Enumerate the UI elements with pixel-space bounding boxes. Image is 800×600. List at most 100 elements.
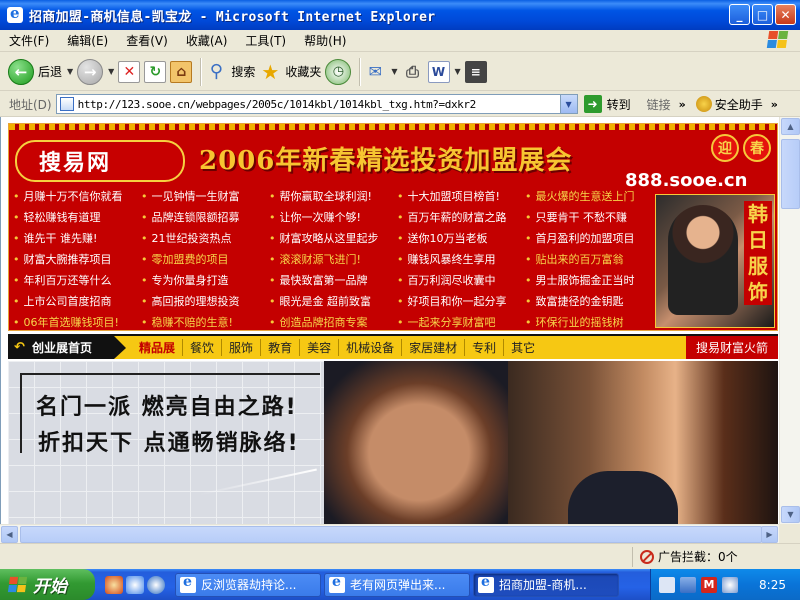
vertical-scroll-thumb[interactable] (781, 139, 800, 209)
keyboard-icon[interactable] (659, 576, 675, 593)
promo-link[interactable]: 专为你量身打造 (141, 272, 269, 293)
promo-link[interactable]: 财富攻略从这里起步 (269, 230, 397, 251)
favorites-button[interactable]: ★ 收藏夹 (259, 55, 321, 89)
promo-link[interactable]: 一起来分享财富吧 (397, 314, 525, 335)
history-button[interactable]: ◷ (325, 55, 352, 89)
nav-category-item[interactable]: 其它 (503, 339, 542, 356)
address-input[interactable]: http://123.sooe.cn/webpages/2005c/1014kb… (55, 94, 578, 114)
forward-button[interactable]: → ▼ (77, 55, 114, 89)
hero-ad[interactable]: 名门一派 燃亮自由之路! 折扣天下 点通畅销脉络! (8, 361, 778, 524)
network-icon[interactable] (680, 576, 696, 593)
promo-link[interactable]: 帮你赢取全球利润! (269, 188, 397, 209)
promo-link[interactable]: 百万利润尽收囊中 (397, 272, 525, 293)
fashion-ad-image[interactable]: 韩日服饰 (655, 194, 775, 328)
promo-link[interactable]: 送你10万当老板 (397, 230, 525, 251)
promo-link[interactable]: 一见钟情一生财富 (141, 188, 269, 209)
nav-category-item[interactable]: 机械设备 (338, 339, 401, 356)
popup-blocker-status[interactable]: 广告拦截：0个 (640, 548, 738, 565)
horizontal-scrollbar[interactable]: ◀ ▶ (0, 524, 779, 543)
edit-dropdown-icon[interactable]: ▼ (455, 67, 461, 76)
promo-link[interactable]: 只要肯干 不愁不赚 (525, 209, 653, 230)
promo-link[interactable]: 眼光是金 超前致富 (269, 293, 397, 314)
address-url[interactable]: http://123.sooe.cn/webpages/2005c/1014kb… (78, 98, 477, 111)
back-button[interactable]: ← 后退 ▼ (8, 55, 73, 89)
chevron-right-icon[interactable]: » (679, 98, 686, 111)
promo-link[interactable]: 致富捷径的金钥匙 (525, 293, 653, 314)
go-button[interactable]: ➜ 转到 (583, 95, 631, 113)
media-player-icon[interactable] (147, 575, 165, 594)
site-logo[interactable]: 搜易网 (15, 140, 185, 182)
maximize-button[interactable]: □ (752, 4, 773, 25)
search-button[interactable]: ⚲ 搜索 (205, 55, 256, 89)
promo-link[interactable]: 谁先干 谁先赚! (13, 230, 141, 251)
promo-link[interactable]: 创造品牌招商专案 (269, 314, 397, 335)
links-label[interactable]: 链接 (647, 96, 671, 113)
promo-link[interactable]: 21世纪投资热点 (141, 230, 269, 251)
promo-link[interactable]: 高回报的理想投资 (141, 293, 269, 314)
chevron-right-icon[interactable]: » (771, 98, 778, 111)
mail-dropdown-icon[interactable]: ▼ (391, 67, 397, 76)
nav-category-item[interactable]: 教育 (260, 339, 299, 356)
promo-link[interactable]: 赚钱风暴终生享用 (397, 251, 525, 272)
taskbar-window-button[interactable]: 老有网页弹出来... (324, 572, 470, 597)
menu-tools[interactable]: 工具(T) (236, 32, 295, 49)
scroll-up-icon[interactable]: ▲ (781, 118, 800, 135)
promo-link[interactable]: 最快致富第一品牌 (269, 272, 397, 293)
menu-view[interactable]: 查看(V) (117, 32, 177, 49)
nav-category-item[interactable]: 专利 (464, 339, 503, 356)
promo-link[interactable]: 品牌连锁限额招募 (141, 209, 269, 230)
home-button[interactable]: ⌂ (170, 55, 193, 89)
scroll-left-icon[interactable]: ◀ (1, 526, 18, 543)
start-button[interactable]: 开始 (0, 569, 95, 600)
taskbar-window-button[interactable]: 招商加盟-商机... (473, 572, 619, 597)
scroll-down-icon[interactable]: ▼ (781, 506, 800, 523)
promo-link[interactable]: 好项目和你一起分享 (397, 293, 525, 314)
security-assistant-button[interactable]: 安全助手 (695, 96, 763, 113)
menu-help[interactable]: 帮助(H) (295, 32, 355, 49)
promo-link[interactable]: 百万年薪的财富之路 (397, 209, 525, 230)
promo-link[interactable]: 稳赚不赔的生意! (141, 314, 269, 335)
promo-link[interactable]: 06年首选赚钱项目! (13, 314, 141, 335)
refresh-button[interactable]: ↻ (144, 55, 167, 89)
promo-link[interactable]: 上市公司首度招商 (13, 293, 141, 314)
edit-button[interactable]: W ▼ (427, 55, 461, 89)
volume-icon[interactable] (722, 576, 738, 593)
media-app-icon[interactable] (105, 575, 123, 594)
promo-link[interactable]: 让你一次赚个够! (269, 209, 397, 230)
promo-link[interactable]: 财富大腕推荐项目 (13, 251, 141, 272)
nav-category-item[interactable]: 美容 (299, 339, 338, 356)
menu-favorites[interactable]: 收藏(A) (177, 32, 237, 49)
back-dropdown-icon[interactable]: ▼ (67, 67, 73, 76)
promo-link[interactable]: 滚滚财源飞进门! (269, 251, 397, 272)
menu-file[interactable]: 文件(F) (0, 32, 58, 49)
discuss-button[interactable]: ≡ (464, 55, 487, 89)
stop-button[interactable]: ✕ (118, 55, 141, 89)
promo-link[interactable]: 贴出来的百万富翁 (525, 251, 653, 272)
promo-link[interactable]: 年利百万还等什么 (13, 272, 141, 293)
promo-link[interactable]: 环保行业的摇钱树 (525, 314, 653, 335)
nav-category-item[interactable]: 餐饮 (182, 339, 221, 356)
vertical-scrollbar[interactable]: ▲ ▼ (779, 117, 800, 524)
promo-link[interactable]: 最火爆的生意送上门 (525, 188, 653, 209)
nav-home[interactable]: 创业展首页 (8, 336, 127, 359)
nav-category-item[interactable]: 精品展 (132, 339, 182, 356)
mail-button[interactable]: ✉ ▼ (364, 55, 398, 89)
horizontal-scroll-thumb[interactable] (20, 526, 762, 543)
promo-link[interactable]: 零加盟费的项目 (141, 251, 269, 272)
promo-link[interactable]: 首月盈利的加盟项目 (525, 230, 653, 251)
taskbar-window-button[interactable]: 反浏览器劫持论... (175, 572, 321, 597)
print-button[interactable]: ⎙ (402, 55, 424, 89)
close-button[interactable]: ✕ (775, 4, 796, 25)
minimize-button[interactable]: _ (729, 4, 750, 25)
promo-link[interactable]: 轻松赚钱有道理 (13, 209, 141, 230)
promo-link[interactable]: 男士服饰掘金正当时 (525, 272, 653, 293)
nav-category-item[interactable]: 服饰 (221, 339, 260, 356)
promo-link[interactable]: 十大加盟项目榜首! (397, 188, 525, 209)
ie-quicklaunch-icon[interactable] (126, 575, 144, 594)
promo-link[interactable]: 月赚十万不信你就看 (13, 188, 141, 209)
forward-dropdown-icon[interactable]: ▼ (108, 67, 114, 76)
nav-category-item[interactable]: 家居建材 (401, 339, 464, 356)
address-dropdown-icon[interactable]: ▼ (559, 95, 577, 113)
nav-rocket-link[interactable]: 搜易财富火箭 (685, 336, 778, 359)
antivirus-m-icon[interactable]: M (701, 576, 717, 593)
